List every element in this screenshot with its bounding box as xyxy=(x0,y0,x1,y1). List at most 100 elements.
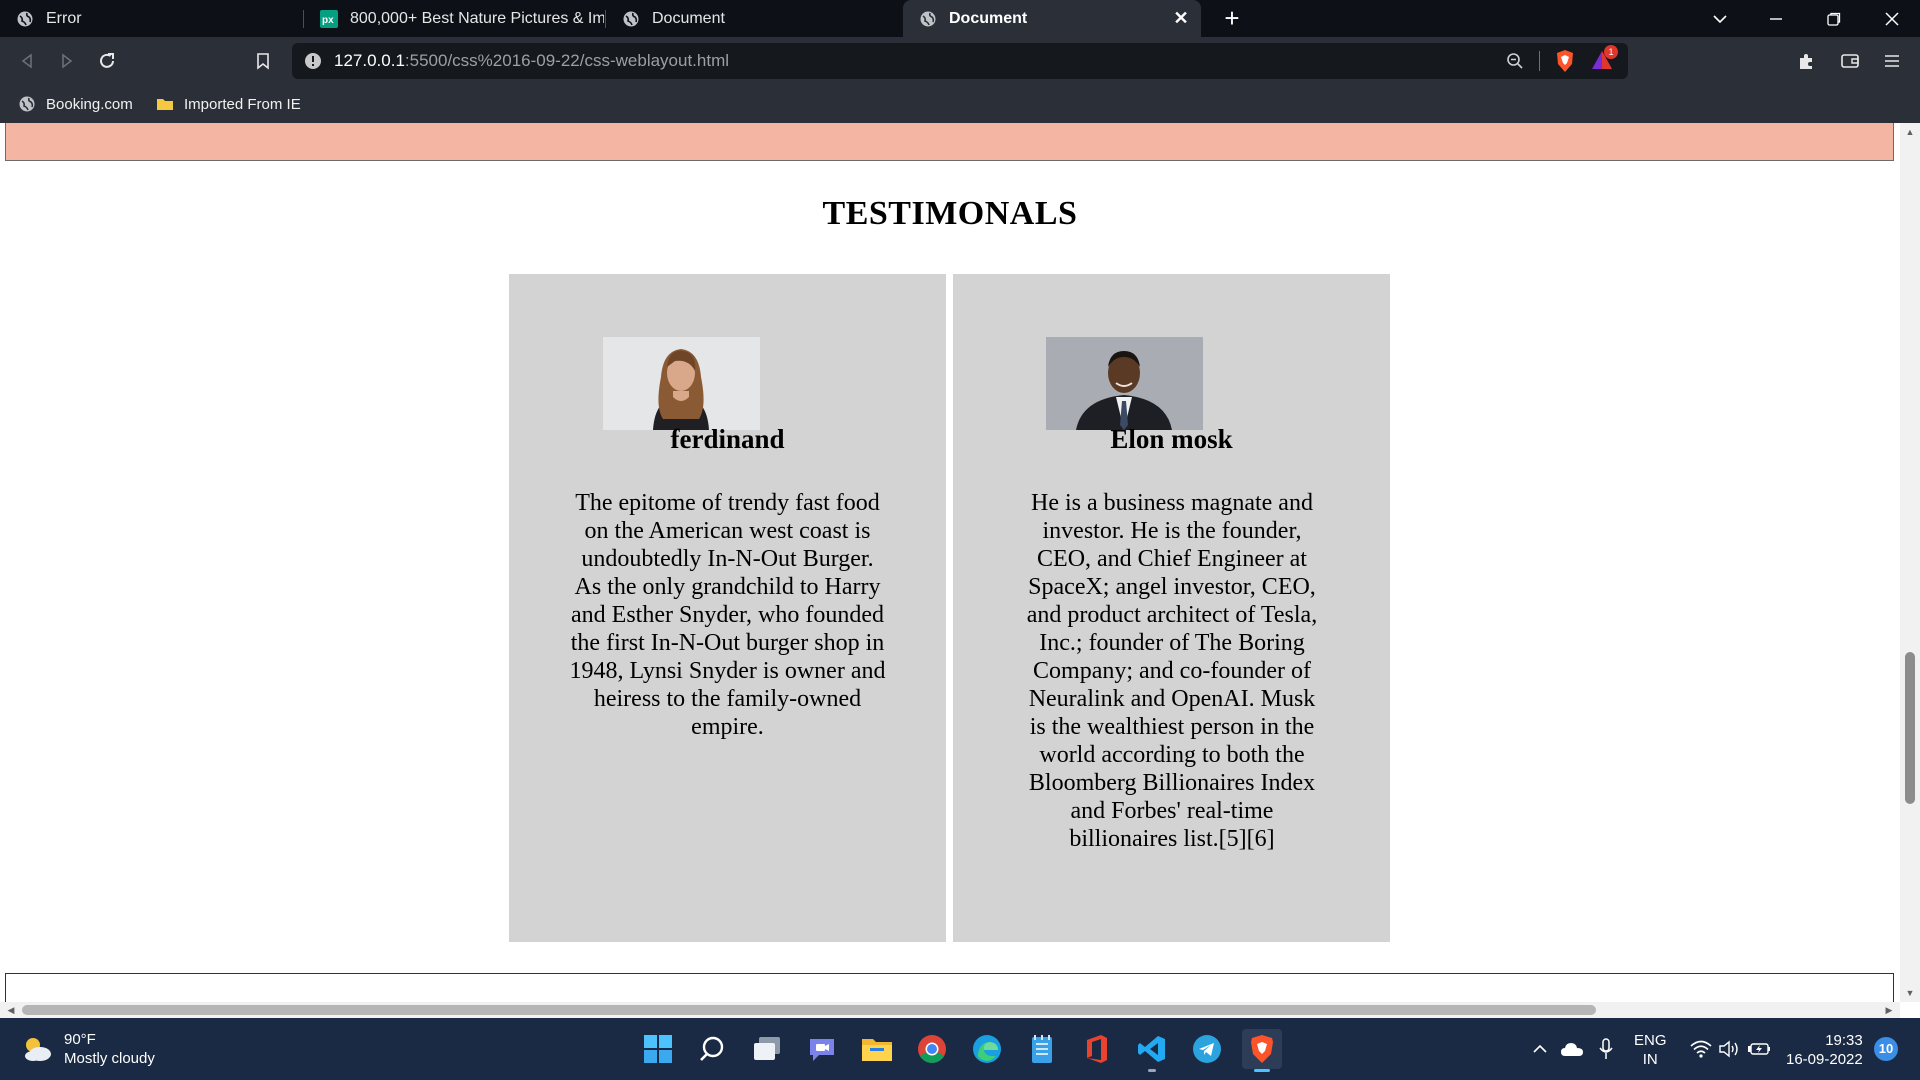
horizontal-scroll-thumb[interactable] xyxy=(22,1005,1596,1015)
edge-button[interactable] xyxy=(967,1029,1007,1069)
tab-nature-pictures[interactable]: px 800,000+ Best Nature Pictures & Imag xyxy=(304,0,604,37)
clock-time: 19:33 xyxy=(1825,1032,1863,1049)
microphone-button[interactable] xyxy=(1594,1018,1618,1080)
wallet-icon xyxy=(1841,54,1859,68)
wifi-icon xyxy=(1690,1040,1712,1058)
system-clock[interactable]: 19:33 16-09-2022 xyxy=(1786,1031,1863,1069)
bookmark-folder-imported[interactable]: Imported From IE xyxy=(156,85,301,123)
telegram-button[interactable] xyxy=(1187,1029,1227,1069)
partly-cloudy-icon xyxy=(25,1038,51,1061)
scroll-left-arrow-icon[interactable]: ◀ xyxy=(3,1002,19,1018)
rewards-badge: 1 xyxy=(1604,45,1618,59)
notepad-button[interactable] xyxy=(1022,1029,1062,1069)
tab-error[interactable]: Error xyxy=(0,0,302,37)
wifi-button[interactable] xyxy=(1688,1018,1714,1080)
bookmark-button[interactable] xyxy=(249,47,277,75)
onedrive-button[interactable] xyxy=(1558,1018,1586,1080)
windows-logo-icon xyxy=(644,1035,672,1063)
brave-rewards-button[interactable]: 1 xyxy=(1590,45,1618,73)
close-icon xyxy=(1885,11,1899,26)
testimonial-text: The epitome of trendy fast food on the A… xyxy=(569,490,886,740)
chat-icon xyxy=(810,1039,834,1061)
restore-icon xyxy=(1827,12,1841,26)
page-viewport: TESTIMONALS ferdinand The epitome of tre… xyxy=(0,123,1900,1002)
notepad-icon xyxy=(1032,1035,1052,1063)
bookmarks-bar: Booking.com Imported From IE xyxy=(0,85,1920,123)
edge-icon xyxy=(973,1035,1001,1063)
teams-chat-button[interactable] xyxy=(802,1029,842,1069)
testimonial-name: ferdinand xyxy=(670,424,785,454)
clock-date: 16-09-2022 xyxy=(1786,1051,1863,1068)
search-icon xyxy=(700,1036,724,1061)
input-language-indicator[interactable]: ENG IN xyxy=(1634,1031,1667,1069)
battery-button[interactable] xyxy=(1746,1018,1774,1080)
scroll-right-arrow-icon[interactable]: ▶ xyxy=(1881,1002,1897,1018)
tab-search-button[interactable] xyxy=(1692,0,1748,37)
address-bar[interactable]: 127.0.0.1:5500/css%2016-09-22/css-weblay… xyxy=(292,43,1628,79)
testimonial-name: Elon mosk xyxy=(1110,424,1233,454)
minimize-button[interactable] xyxy=(1748,0,1804,37)
vscode-icon xyxy=(1138,1036,1165,1062)
file-explorer-button[interactable] xyxy=(857,1029,897,1069)
brave-icon xyxy=(1251,1035,1273,1063)
vertical-scrollbar[interactable]: ▲ ▼ xyxy=(1900,123,1920,1002)
url-host: 127.0.0.1 xyxy=(334,51,405,70)
wallet-button[interactable] xyxy=(1836,47,1864,75)
search-button[interactable] xyxy=(692,1029,732,1069)
chrome-icon xyxy=(918,1035,946,1063)
show-hidden-icons-button[interactable] xyxy=(1528,1018,1552,1080)
chrome-button[interactable] xyxy=(912,1029,952,1069)
extensions-button[interactable] xyxy=(1793,47,1821,75)
tab-document-active[interactable]: Document ✕ xyxy=(903,0,1201,37)
battery-charging-icon xyxy=(1748,1043,1770,1055)
office-button[interactable] xyxy=(1077,1029,1117,1069)
tab-title: 800,000+ Best Nature Pictures & Imag xyxy=(350,9,604,27)
next-section-box xyxy=(5,973,1894,1002)
close-window-button[interactable] xyxy=(1864,0,1920,37)
globe-icon xyxy=(17,11,33,26)
restore-button[interactable] xyxy=(1806,0,1862,37)
vscode-button[interactable] xyxy=(1132,1029,1172,1072)
bookmark-booking[interactable]: Booking.com xyxy=(18,85,133,123)
task-view-button[interactable] xyxy=(747,1029,787,1069)
scroll-down-arrow-icon[interactable]: ▼ xyxy=(1900,986,1920,1000)
windows-taskbar: 90°F Mostly cloudy ENG IN 19:33 16-09-20… xyxy=(0,1018,1920,1080)
weather-widget[interactable]: 90°F Mostly cloudy xyxy=(22,1030,155,1068)
scroll-up-arrow-icon[interactable]: ▲ xyxy=(1900,125,1920,139)
zoom-icon[interactable] xyxy=(1506,52,1524,70)
start-button[interactable] xyxy=(638,1029,678,1069)
chevron-down-icon xyxy=(1713,14,1727,23)
svg-text:px: px xyxy=(322,15,334,26)
back-button[interactable] xyxy=(13,47,41,75)
folder-icon xyxy=(157,99,173,110)
horizontal-scrollbar[interactable]: ◀ ▶ xyxy=(0,1002,1900,1018)
volume-button[interactable] xyxy=(1716,1018,1742,1080)
globe-icon xyxy=(623,11,639,26)
office-icon xyxy=(1087,1035,1107,1063)
testimonial-photo xyxy=(603,337,760,430)
tab-title: Error xyxy=(46,9,82,27)
notification-count-badge[interactable]: 10 xyxy=(1874,1037,1898,1061)
forward-button[interactable] xyxy=(53,47,81,75)
reload-icon xyxy=(100,53,114,68)
testimonial-photo xyxy=(1046,337,1203,430)
testimonials-heading: TESTIMONALS xyxy=(822,195,1078,232)
folder-icon xyxy=(862,1039,892,1061)
brave-shields-icon[interactable] xyxy=(1554,49,1576,73)
language-region: IN xyxy=(1642,1051,1658,1068)
tab-document[interactable]: Document xyxy=(606,0,901,37)
vertical-scroll-thumb[interactable] xyxy=(1905,652,1915,804)
minimize-icon xyxy=(1770,17,1782,20)
reload-button[interactable] xyxy=(93,47,121,75)
forward-icon xyxy=(62,53,73,69)
hamburger-menu-icon xyxy=(1885,55,1899,67)
tab-title: Document xyxy=(652,9,725,27)
menu-button[interactable] xyxy=(1878,47,1906,75)
weather-temperature: 90°F xyxy=(64,1031,96,1048)
new-tab-button[interactable]: + xyxy=(1218,4,1246,32)
brave-browser-button[interactable] xyxy=(1242,1029,1282,1072)
cloud-icon xyxy=(1561,1043,1583,1056)
close-tab-icon[interactable]: ✕ xyxy=(1171,8,1191,28)
url-path: :5500/css%2016-09-22/css-weblayout.html xyxy=(404,51,730,70)
testimonial-card: ferdinand The epitome of trendy fast foo… xyxy=(509,274,946,942)
